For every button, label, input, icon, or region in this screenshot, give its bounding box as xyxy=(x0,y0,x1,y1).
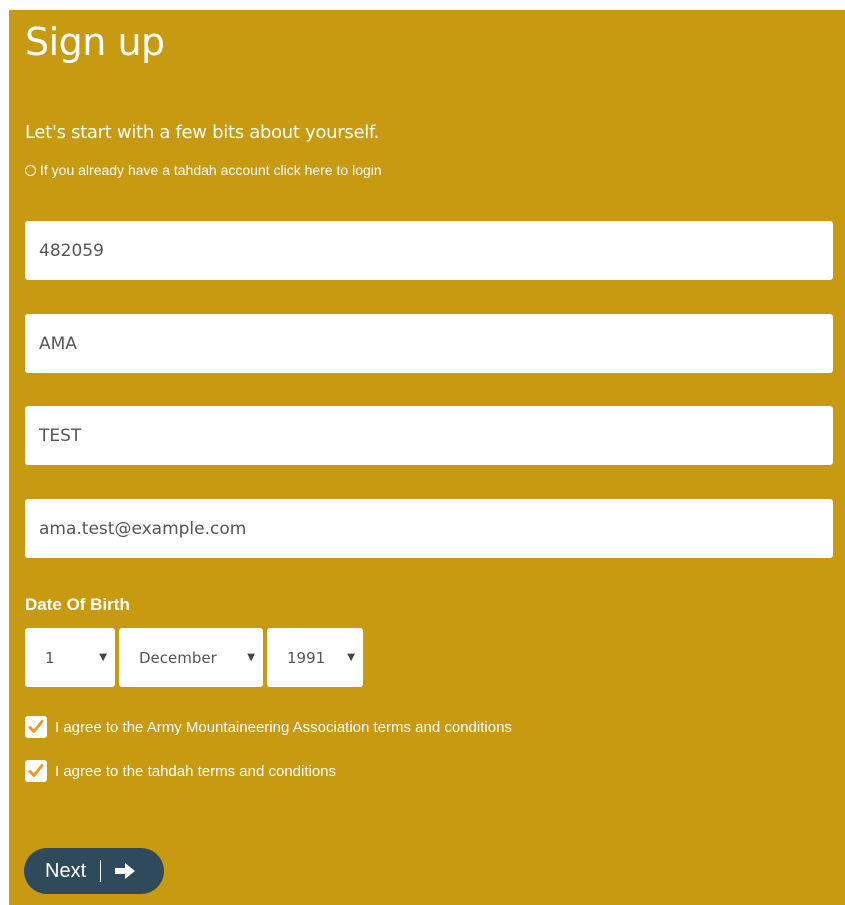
dob-day-value: 1 xyxy=(45,648,55,667)
login-link[interactable]: If you already have a tahdah account cli… xyxy=(25,162,382,178)
dob-year-select[interactable]: 1991 ▼ xyxy=(267,628,363,687)
arrow-right-icon xyxy=(115,863,136,879)
first-name-input[interactable] xyxy=(25,314,833,373)
caret-down-icon: ▼ xyxy=(247,652,255,663)
dob-month-select[interactable]: December ▼ xyxy=(119,628,263,687)
membership-number-input[interactable] xyxy=(25,221,833,280)
dob-month-value: December xyxy=(139,648,217,667)
agree-tahdah-terms-checkbox[interactable] xyxy=(25,760,47,782)
button-divider xyxy=(100,860,102,882)
login-link-label: If you already have a tahdah account cli… xyxy=(40,162,382,178)
next-button[interactable]: Next xyxy=(24,848,164,894)
signup-panel: Sign up Let's start with a few bits abou… xyxy=(9,10,845,905)
dob-day-select[interactable]: 1 ▼ xyxy=(25,628,115,687)
dob-year-value: 1991 xyxy=(287,648,326,667)
dob-label: Date Of Birth xyxy=(25,595,130,614)
caret-down-icon: ▼ xyxy=(99,652,107,663)
agree-tahdah-terms-row: I agree to the tahdah terms and conditio… xyxy=(25,760,336,782)
checkmark-icon xyxy=(28,764,44,777)
agree-ama-terms-checkbox[interactable] xyxy=(25,716,47,738)
last-name-input[interactable] xyxy=(25,406,833,465)
checkmark-icon xyxy=(28,720,44,733)
page-title: Sign up xyxy=(25,20,165,64)
intro-text: Let's start with a few bits about yourse… xyxy=(25,122,380,143)
circle-icon xyxy=(25,164,36,176)
agree-ama-terms-row: I agree to the Army Mountaineering Assoc… xyxy=(25,716,512,738)
next-button-label: Next xyxy=(45,859,87,882)
agree-tahdah-terms-label: I agree to the tahdah terms and conditio… xyxy=(55,762,337,780)
email-input[interactable] xyxy=(25,499,833,558)
caret-down-icon: ▼ xyxy=(347,652,355,663)
agree-ama-terms-label: I agree to the Army Mountaineering Assoc… xyxy=(55,718,512,736)
